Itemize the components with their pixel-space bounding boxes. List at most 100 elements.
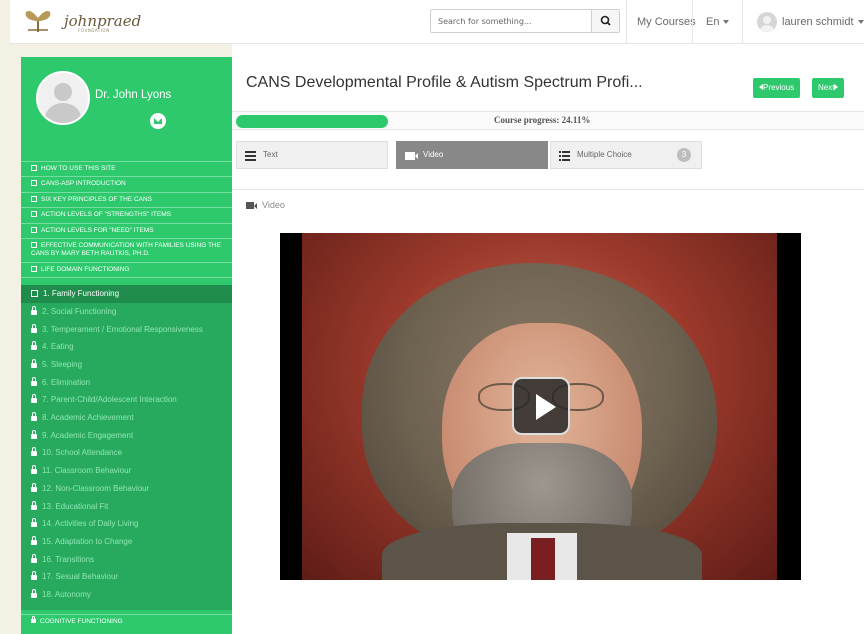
next-button[interactable]: Next bbox=[812, 78, 845, 98]
lock-icon bbox=[31, 447, 37, 457]
mail-icon[interactable] bbox=[150, 113, 166, 129]
tab-multiple-choice[interactable]: Multiple Choice 3 bbox=[550, 141, 702, 169]
content-tabs: Text Video Multiple Choice 3 bbox=[232, 132, 864, 190]
subtopic-label: 13. Educational Fit bbox=[42, 501, 109, 511]
tab-label: Text bbox=[263, 150, 278, 159]
subtopic-label: 11. Classroom Behaviour bbox=[42, 466, 132, 476]
topic-item-cognitive[interactable]: COGNITIVE FUNCTIONING bbox=[21, 613, 232, 629]
progress-text: Course progress: 24.11% bbox=[494, 115, 591, 125]
course-sidebar: Dr. John Lyons HOW TO USE THIS SITE CANS… bbox=[21, 57, 232, 634]
user-avatar[interactable] bbox=[757, 12, 777, 32]
video-player[interactable] bbox=[280, 233, 801, 580]
lock-icon bbox=[31, 323, 37, 333]
subtopic-label: 3. Temperament / Emotional Responsivenes… bbox=[42, 324, 203, 334]
lock-icon bbox=[31, 500, 37, 510]
user-menu[interactable]: lauren schmidt bbox=[782, 0, 864, 44]
search-button[interactable] bbox=[591, 10, 619, 32]
lock-icon bbox=[31, 465, 37, 475]
subtopic-item[interactable]: 17. Sexual Behaviour bbox=[21, 568, 232, 586]
previous-button[interactable]: Previous bbox=[753, 78, 801, 98]
subtopic-item[interactable]: 12. Non-Classroom Behaviour bbox=[21, 480, 232, 498]
subtopic-item[interactable]: 13. Educational Fit bbox=[21, 498, 232, 516]
top-navbar: johnpraed FOUNDATION My Courses En laure… bbox=[10, 0, 864, 44]
subtopic-item[interactable]: 7. Parent-Child/Adolescent Interaction bbox=[21, 391, 232, 409]
checkbox-icon bbox=[31, 180, 37, 187]
lock-icon bbox=[31, 571, 37, 581]
topic-item[interactable]: CANS-ASP INTRODUCTION bbox=[21, 176, 232, 191]
subtopic-item[interactable]: 18. Autonomy bbox=[21, 586, 232, 604]
lock-icon bbox=[31, 394, 37, 404]
lock-icon bbox=[31, 615, 36, 623]
topic-label: SIX KEY PRINCIPLES OF THE CANS bbox=[41, 195, 153, 203]
subtopic-item[interactable]: 14. Activities of Daily Living bbox=[21, 515, 232, 533]
subtopic-item[interactable]: 10. School Attendance bbox=[21, 444, 232, 462]
subtopic-list: 1. Family Functioning 2. Social Function… bbox=[21, 285, 232, 610]
subtopic-label: 2. Social Functioning bbox=[42, 306, 117, 316]
language-dropdown[interactable]: En bbox=[706, 0, 730, 44]
checkbox-icon bbox=[31, 242, 37, 249]
search-input[interactable] bbox=[431, 10, 583, 32]
checkbox-icon bbox=[31, 211, 37, 218]
play-button[interactable] bbox=[512, 377, 570, 435]
topic-list: HOW TO USE THIS SITE CANS-ASP INTRODUCTI… bbox=[21, 161, 232, 279]
subtopic-item[interactable]: 8. Academic Achievement bbox=[21, 409, 232, 427]
topic-item[interactable]: ACTION LEVELS OF "STRENGTHS" ITEMS bbox=[21, 207, 232, 222]
topic-item[interactable]: HOW TO USE THIS SITE bbox=[21, 161, 232, 176]
subtopic-item[interactable]: 15. Adaptation to Change bbox=[21, 533, 232, 551]
subtopic-label: 4. Eating bbox=[42, 342, 74, 352]
lock-icon bbox=[31, 305, 37, 315]
subtopic-item[interactable]: 6. Elimination bbox=[21, 374, 232, 392]
nav-divider bbox=[626, 0, 627, 44]
subtopic-label: 15. Adaptation to Change bbox=[42, 536, 133, 546]
page-title: CANS Developmental Profile & Autism Spec… bbox=[246, 74, 643, 91]
course-progress: Course progress: 24.11% bbox=[232, 111, 864, 130]
subtopic-item[interactable]: 16. Transitions bbox=[21, 551, 232, 569]
subtopic-item[interactable]: 2. Social Functioning bbox=[21, 303, 232, 321]
language-label: En bbox=[706, 16, 720, 28]
question-count-badge: 3 bbox=[677, 148, 691, 162]
topic-label: COGNITIVE FUNCTIONING bbox=[40, 617, 123, 625]
my-courses-link[interactable]: My Courses bbox=[637, 0, 696, 44]
subtopic-item[interactable]: 3. Temperament / Emotional Responsivenes… bbox=[21, 321, 232, 339]
checkbox-icon bbox=[31, 165, 37, 171]
topic-item[interactable]: EFFECTIVE COMMUNICATION WITH FAMILIES US… bbox=[21, 238, 232, 262]
subtopic-label: 18. Autonomy bbox=[42, 589, 91, 599]
topic-item[interactable]: SIX KEY PRINCIPLES OF THE CANS bbox=[21, 191, 232, 207]
topic-item-life-domain[interactable]: LIFE DOMAIN FUNCTIONING bbox=[21, 261, 232, 279]
subtopic-label: 10. School Attendance bbox=[42, 448, 123, 458]
lock-icon bbox=[31, 376, 37, 386]
checkbox-icon bbox=[31, 290, 38, 298]
lock-icon bbox=[31, 482, 37, 492]
subtopic-item[interactable]: 4. Eating bbox=[21, 338, 232, 356]
lock-icon bbox=[31, 535, 37, 545]
chevron-down-icon bbox=[723, 20, 730, 25]
tab-text[interactable]: Text bbox=[236, 141, 388, 169]
instructor-avatar bbox=[36, 71, 90, 125]
subtopic-item[interactable]: 11. Classroom Behaviour bbox=[21, 462, 232, 480]
course-content: CANS Developmental Profile & Autism Spec… bbox=[232, 44, 864, 634]
chevron-down-icon bbox=[857, 20, 864, 25]
tab-video[interactable]: Video bbox=[396, 141, 548, 169]
subtopic-item[interactable]: 5. Sleeping bbox=[21, 356, 232, 374]
next-label: Next bbox=[818, 83, 835, 92]
lock-icon bbox=[31, 359, 37, 368]
checkbox-icon bbox=[31, 195, 37, 202]
tab-label: Video bbox=[423, 150, 444, 159]
nav-divider bbox=[742, 0, 743, 44]
subtopic-label: 14. Activities of Daily Living bbox=[42, 519, 139, 529]
lock-icon bbox=[31, 412, 37, 422]
subtopic-label: 9. Academic Engagement bbox=[42, 430, 134, 440]
topic-label: LIFE DOMAIN FUNCTIONING bbox=[41, 265, 130, 273]
topic-label: ACTION LEVELS OF "STRENGTHS" ITEMS bbox=[41, 211, 171, 219]
subtopic-item-active[interactable]: 1. Family Functioning bbox=[21, 285, 232, 303]
subtopic-label: 12. Non-Classroom Behaviour bbox=[42, 483, 150, 493]
section-heading: Video bbox=[246, 200, 285, 210]
subtopic-label: 5. Sleeping bbox=[42, 360, 83, 369]
subtopic-label: 16. Transitions bbox=[42, 554, 95, 564]
topic-item[interactable]: ACTION LEVELS FOR "NEED" ITEMS bbox=[21, 222, 232, 238]
lock-icon bbox=[31, 553, 37, 563]
site-logo[interactable]: johnpraed FOUNDATION bbox=[20, 8, 141, 36]
previous-label: Previous bbox=[763, 83, 795, 92]
search-icon bbox=[600, 15, 611, 26]
subtopic-item[interactable]: 9. Academic Engagement bbox=[21, 427, 232, 445]
